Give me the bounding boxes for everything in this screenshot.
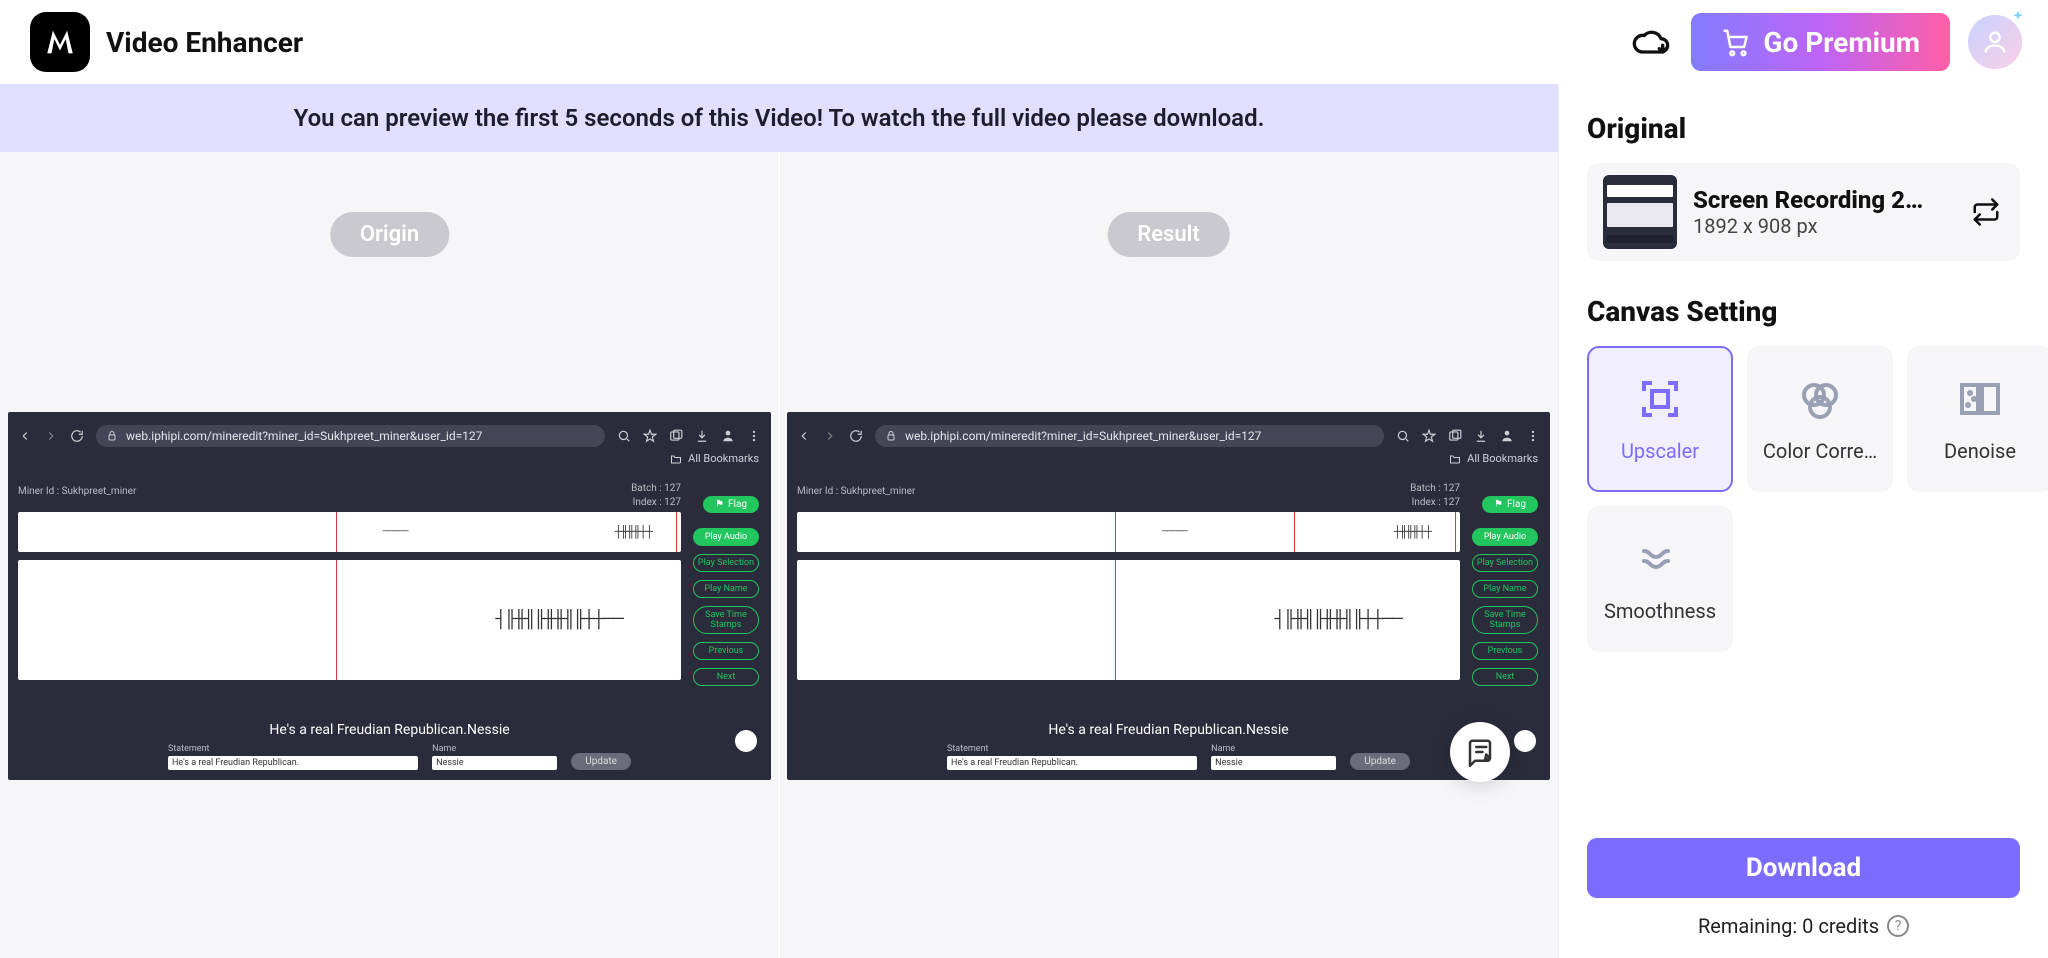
app-logo[interactable] bbox=[30, 12, 90, 72]
save-timestamps-button: Save Time Stamps bbox=[1472, 606, 1538, 634]
canvas-settings-grid: Upscaler Color Corre… Denoise Smoothness bbox=[1587, 346, 2020, 652]
file-thumbnail bbox=[1603, 175, 1677, 249]
remaining-credits: Remaining: 0 credits ? bbox=[1587, 914, 2020, 958]
setting-label: Denoise bbox=[1944, 439, 2016, 463]
all-bookmarks: All Bookmarks bbox=[1449, 452, 1538, 465]
mock-url-bar: web.iphipi.com/mineredit?miner_id=Sukhpr… bbox=[875, 425, 1384, 447]
origin-column: Origin web.iphipi.com/mineredit?miner_id… bbox=[0, 152, 779, 958]
result-column: Result web.iphipi.com/mineredit?miner_id… bbox=[779, 152, 1558, 958]
update-button: Update bbox=[571, 753, 631, 770]
setting-denoise[interactable]: Denoise bbox=[1907, 346, 2048, 492]
side-buttons: Play Audio Play Selection Play Name Save… bbox=[693, 528, 759, 686]
file-dimensions: 1892 x 908 px bbox=[1693, 214, 1933, 238]
result-preview: web.iphipi.com/mineredit?miner_id=Sukhpr… bbox=[787, 412, 1550, 780]
mock-url-bar: web.iphipi.com/mineredit?miner_id=Sukhpr… bbox=[96, 425, 605, 447]
setting-upscaler[interactable]: Upscaler bbox=[1587, 346, 1733, 492]
next-button: Next bbox=[1472, 668, 1538, 686]
batch-index: Batch : 127Index : 127 bbox=[631, 482, 681, 510]
compare-view: Origin web.iphipi.com/mineredit?miner_id… bbox=[0, 152, 1558, 958]
replace-file-button[interactable] bbox=[1968, 194, 2004, 230]
help-icon[interactable]: ? bbox=[1887, 915, 1909, 937]
caption-form: Statement He's a real Freudian Republica… bbox=[947, 744, 1410, 770]
miner-id: Miner Id : Sukhpreet_miner bbox=[18, 486, 136, 497]
setting-color-correction[interactable]: Color Corre… bbox=[1747, 346, 1893, 492]
previous-button: Previous bbox=[1472, 642, 1538, 660]
main-area: You can preview the first 5 seconds of t… bbox=[0, 84, 2048, 958]
avatar-button[interactable] bbox=[1968, 15, 2022, 69]
next-button: Next bbox=[693, 668, 759, 686]
side-buttons: Play Audio Play Selection Play Name Save… bbox=[1472, 528, 1538, 686]
setting-label: Color Corre… bbox=[1763, 439, 1877, 463]
waveform-mini: ————— ┼╫╫╫┼┼ bbox=[18, 512, 681, 552]
denoise-icon bbox=[1956, 375, 2004, 423]
waveform-mini: ————— ┼╫╫╫┼┼ bbox=[797, 512, 1460, 552]
caption-form: Statement He's a real Freudian Republica… bbox=[168, 744, 631, 770]
original-heading: Original bbox=[1587, 112, 2020, 145]
setting-label: Upscaler bbox=[1621, 439, 1699, 463]
preview-banner: You can preview the first 5 seconds of t… bbox=[0, 84, 1558, 152]
smoothness-icon bbox=[1636, 535, 1684, 583]
setting-smoothness[interactable]: Smoothness bbox=[1587, 506, 1733, 652]
header-right: Go Premium bbox=[1629, 13, 2022, 71]
play-audio-button: Play Audio bbox=[693, 528, 759, 546]
waveform-main: ┤╟╫╢╟╫╫╢╟┼┼── bbox=[18, 560, 681, 680]
original-file-card: Screen Recording 202… 1892 x 908 px bbox=[1587, 163, 2020, 261]
mock-browser-bar: web.iphipi.com/mineredit?miner_id=Sukhpr… bbox=[8, 424, 771, 448]
go-premium-label: Go Premium bbox=[1763, 26, 1920, 59]
play-selection-button: Play Selection bbox=[693, 554, 759, 572]
setting-label: Smoothness bbox=[1604, 599, 1716, 623]
cloud-sync-icon[interactable] bbox=[1629, 20, 1673, 64]
waveform-main: ┤╟╫╢╟╫╫╢╟┼┼── bbox=[797, 560, 1460, 680]
settings-panel: Original Screen Recording 202… 1892 x 90… bbox=[1558, 84, 2048, 958]
caption-text: He's a real Freudian Republican.Nessie bbox=[8, 722, 771, 738]
play-name-button: Play Name bbox=[1472, 580, 1538, 598]
origin-preview: web.iphipi.com/mineredit?miner_id=Sukhpr… bbox=[8, 412, 771, 780]
result-chip: Result bbox=[1107, 212, 1230, 257]
update-button: Update bbox=[1350, 753, 1410, 770]
color-correction-icon bbox=[1796, 375, 1844, 423]
save-timestamps-button: Save Time Stamps bbox=[693, 606, 759, 634]
flag-button: ⚑ Flag bbox=[1482, 496, 1538, 513]
feedback-button[interactable] bbox=[1450, 722, 1510, 782]
go-premium-button[interactable]: Go Premium bbox=[1691, 13, 1950, 71]
upscaler-icon bbox=[1636, 375, 1684, 423]
app-title: Video Enhancer bbox=[106, 26, 303, 59]
batch-index: Batch : 127Index : 127 bbox=[1410, 482, 1460, 510]
all-bookmarks: All Bookmarks bbox=[670, 452, 759, 465]
play-name-button: Play Name bbox=[693, 580, 759, 598]
previous-button: Previous bbox=[693, 642, 759, 660]
origin-chip: Origin bbox=[330, 212, 449, 257]
play-audio-button: Play Audio bbox=[1472, 528, 1538, 546]
header-left: Video Enhancer bbox=[30, 12, 303, 72]
app-header: Video Enhancer Go Premium bbox=[0, 0, 2048, 84]
file-name: Screen Recording 202… bbox=[1693, 186, 1933, 214]
download-button[interactable]: Download bbox=[1587, 838, 2020, 898]
mock-fab bbox=[735, 730, 757, 752]
mock-browser-bar: web.iphipi.com/mineredit?miner_id=Sukhpr… bbox=[787, 424, 1550, 448]
canvas-setting-heading: Canvas Setting bbox=[1587, 295, 2020, 328]
miner-id: Miner Id : Sukhpreet_miner bbox=[797, 486, 915, 497]
mock-fab bbox=[1514, 730, 1536, 752]
caption-text: He's a real Freudian Republican.Nessie bbox=[787, 722, 1550, 738]
flag-button: ⚑ Flag bbox=[703, 496, 759, 513]
play-selection-button: Play Selection bbox=[1472, 554, 1538, 572]
preview-pane: You can preview the first 5 seconds of t… bbox=[0, 84, 1558, 958]
